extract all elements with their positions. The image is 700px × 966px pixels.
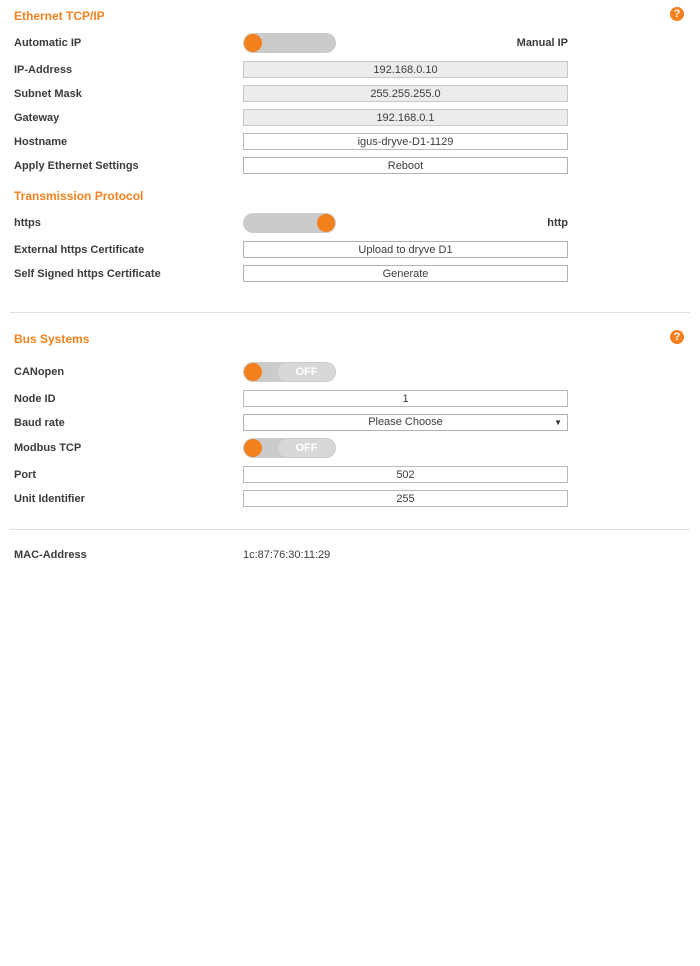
mac-address-label: MAC-Address <box>14 549 243 561</box>
canopen-toggle[interactable]: OFF <box>243 362 336 382</box>
port-label: Port <box>14 469 243 481</box>
protocol-row: https http <box>14 213 568 233</box>
self-signed-cert-row: Self Signed https Certificate Generate <box>14 265 568 282</box>
section-title-bus-systems: Bus Systems ? <box>14 333 684 346</box>
unit-identifier-label: Unit Identifier <box>14 493 243 505</box>
http-label: http <box>547 217 568 229</box>
ip-address-label: IP-Address <box>14 64 243 76</box>
baud-rate-selected-value: Please Choose <box>368 416 443 428</box>
unit-identifier-row: Unit Identifier <box>14 490 568 507</box>
gateway-row: Gateway <box>14 109 568 126</box>
baud-rate-row: Baud rate Please Choose ▼ <box>14 414 568 431</box>
mac-address-row: MAC-Address 1c:87:76:30:11:29 <box>14 548 568 561</box>
apply-ethernet-row: Apply Ethernet Settings Reboot <box>14 157 568 174</box>
modbus-tcp-toggle[interactable]: OFF <box>243 438 336 458</box>
manual-ip-label: Manual IP <box>517 37 568 49</box>
section-title-transmission-label: Transmission Protocol <box>14 189 143 203</box>
toggle-knob <box>317 214 335 232</box>
toggle-knob <box>244 34 262 52</box>
subnet-mask-row: Subnet Mask <box>14 85 568 102</box>
upload-certificate-button[interactable]: Upload to dryve D1 <box>243 241 568 258</box>
baud-rate-select[interactable]: Please Choose ▼ <box>243 414 568 431</box>
section-title-ethernet-label: Ethernet TCP/IP <box>14 9 105 23</box>
generate-certificate-button[interactable]: Generate <box>243 265 568 282</box>
external-cert-row: External https Certificate Upload to dry… <box>14 241 568 258</box>
hostname-row: Hostname <box>14 133 568 150</box>
toggle-off-label: OFF <box>278 439 335 457</box>
baud-rate-label: Baud rate <box>14 417 243 429</box>
port-row: Port <box>14 466 568 483</box>
node-id-row: Node ID <box>14 390 568 407</box>
https-label: https <box>14 217 243 229</box>
ip-address-row: IP-Address <box>14 61 568 78</box>
subnet-mask-input <box>243 85 568 102</box>
port-input[interactable] <box>243 466 568 483</box>
help-icon[interactable]: ? <box>670 330 684 344</box>
automatic-ip-label: Automatic IP <box>14 37 243 49</box>
help-icon[interactable]: ? <box>670 7 684 21</box>
section-title-ethernet: Ethernet TCP/IP ? <box>14 10 684 23</box>
toggle-knob <box>244 363 262 381</box>
modbus-tcp-label: Modbus TCP <box>14 442 243 454</box>
toggle-knob <box>244 439 262 457</box>
gateway-input <box>243 109 568 126</box>
automatic-ip-row: Automatic IP Manual IP <box>14 33 568 53</box>
node-id-label: Node ID <box>14 393 243 405</box>
reboot-button[interactable]: Reboot <box>243 157 568 174</box>
hostname-input[interactable] <box>243 133 568 150</box>
toggle-off-label: OFF <box>278 363 335 381</box>
https-http-toggle[interactable] <box>243 213 336 233</box>
self-signed-cert-label: Self Signed https Certificate <box>14 268 243 280</box>
apply-ethernet-label: Apply Ethernet Settings <box>14 160 243 172</box>
section-title-bus-systems-label: Bus Systems <box>14 332 89 346</box>
external-cert-label: External https Certificate <box>14 244 243 256</box>
section-divider <box>10 529 690 530</box>
canopen-label: CANopen <box>14 366 243 378</box>
canopen-row: CANopen OFF <box>14 362 568 382</box>
node-id-input[interactable] <box>243 390 568 407</box>
ip-address-input <box>243 61 568 78</box>
section-divider <box>10 312 690 313</box>
modbus-tcp-row: Modbus TCP OFF <box>14 438 568 458</box>
hostname-label: Hostname <box>14 136 243 148</box>
mac-address-value: 1c:87:76:30:11:29 <box>243 549 330 561</box>
chevron-down-icon: ▼ <box>554 416 562 430</box>
automatic-ip-toggle[interactable] <box>243 33 336 53</box>
unit-identifier-input[interactable] <box>243 490 568 507</box>
network-settings-page: Ethernet TCP/IP ? Automatic IP Manual IP… <box>0 0 700 966</box>
gateway-label: Gateway <box>14 112 243 124</box>
subnet-mask-label: Subnet Mask <box>14 88 243 100</box>
section-title-transmission: Transmission Protocol <box>14 190 684 203</box>
